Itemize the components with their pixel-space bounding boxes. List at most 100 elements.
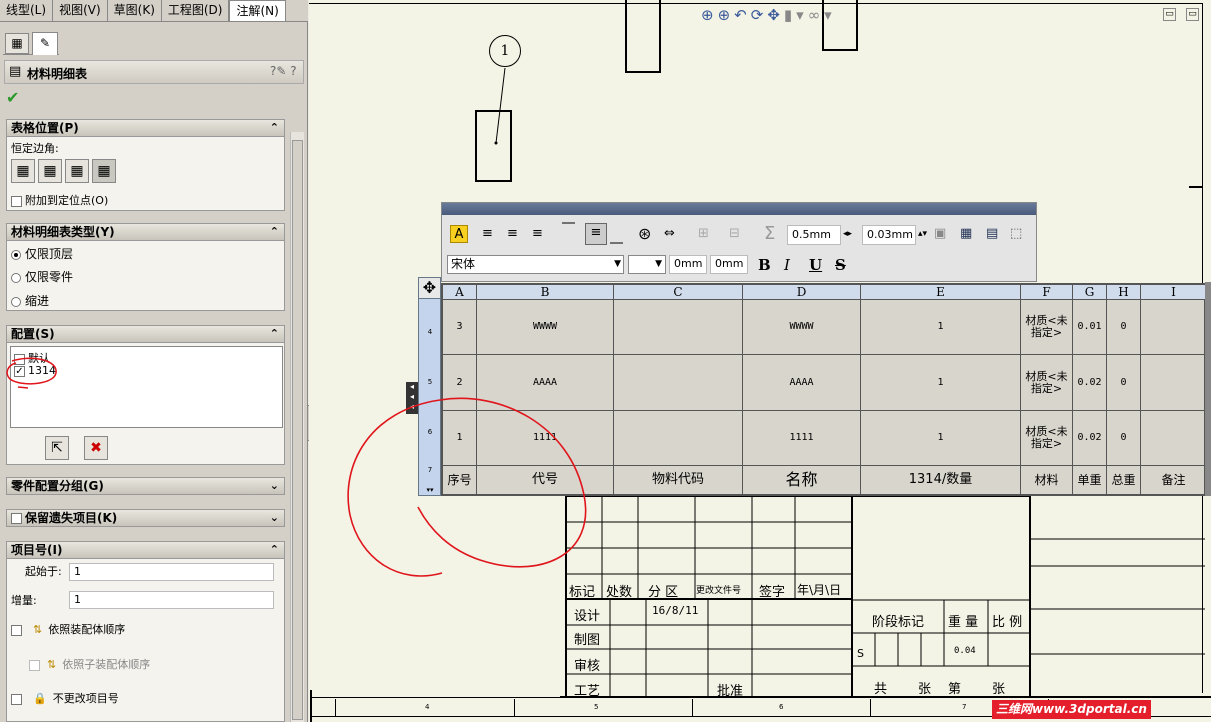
radio-selected[interactable] (11, 249, 21, 260)
no-change-option[interactable]: 🔒 不更改项目号 (11, 690, 119, 706)
anchor-bottom-right-button[interactable]: ▦ (92, 159, 116, 183)
column-header[interactable]: A (442, 284, 477, 300)
collapse-chevron-icon[interactable]: ⌃ (270, 224, 279, 240)
table-cell[interactable]: AAAA (742, 354, 861, 411)
rotate-view-icon[interactable]: ⟳ (751, 6, 768, 24)
attach-anchor-option[interactable]: 附加到定位点(O) (11, 192, 108, 208)
expand-chevron-icon[interactable]: ⌄ (270, 510, 279, 526)
balloon-item-1[interactable]: 1 (489, 35, 521, 67)
table-cell[interactable]: 0 (1106, 298, 1141, 356)
anchor-top-left-button[interactable]: ▦ (11, 159, 35, 183)
column-header[interactable]: H (1106, 284, 1141, 300)
tab-drawing[interactable]: 工程图(D) (162, 0, 230, 21)
table-cell[interactable]: 3 (442, 298, 477, 356)
table-cell[interactable]: 总重 (1106, 465, 1141, 495)
table-cell[interactable]: 0 (1106, 354, 1141, 411)
table-cell[interactable]: 备注 (1140, 465, 1207, 495)
table-cell[interactable] (1140, 354, 1207, 411)
table-cell[interactable]: WWWW (476, 298, 614, 356)
border-width2-input[interactable]: 0.03mm (862, 225, 916, 245)
table-cell[interactable] (613, 354, 743, 411)
italic-button[interactable]: I (784, 256, 790, 274)
radio-parts-only[interactable]: 仅限零件 (11, 268, 73, 285)
valign-top-icon[interactable]: ⎺ (562, 221, 575, 239)
radio-unselected[interactable] (11, 272, 21, 283)
restore-window-icon[interactable]: ▭ (1163, 8, 1176, 21)
table-cell[interactable]: 材料 (1020, 465, 1073, 495)
toolbar-title-bar[interactable] (442, 203, 1036, 215)
part-view-1[interactable] (625, 0, 661, 73)
tb-date[interactable]: 16/8/11 (652, 604, 698, 617)
panel-scrollbar[interactable] (290, 132, 304, 722)
follow-assembly-checkbox[interactable] (11, 624, 22, 636)
table-cell[interactable]: WWWW (742, 298, 861, 356)
table-cell[interactable]: 1 (860, 409, 1021, 467)
border-width-input[interactable]: 0.5mm (787, 225, 841, 245)
part-config-group-header[interactable]: 零件配置分组(G) ⌄ (6, 477, 285, 495)
radio-unselected[interactable] (11, 296, 21, 307)
table-layout-icon[interactable]: ▦ (960, 225, 972, 243)
table-cell[interactable]: 材质<未指定> (1020, 298, 1073, 356)
delete-configuration-button[interactable]: ✖ (84, 436, 108, 460)
align-right-icon[interactable]: ≡ (532, 225, 543, 243)
properties-icon[interactable]: ▣ (934, 225, 946, 243)
feature-manager-icon[interactable]: ▦ (5, 33, 29, 54)
keep-missing-checkbox[interactable] (11, 513, 22, 524)
table-cell[interactable]: 0.02 (1072, 354, 1107, 411)
previous-view-icon[interactable]: ↶ (734, 6, 751, 24)
increment-input[interactable]: 1 (69, 591, 274, 609)
select-configuration-button[interactable]: ⇱ (45, 436, 69, 460)
tb-weight-value[interactable]: 0.04 (954, 646, 976, 656)
collapse-chevron-icon[interactable]: ⌃ (270, 326, 279, 342)
table-cell[interactable]: 材质<未指定> (1020, 409, 1073, 467)
scrollbar-thumb[interactable] (292, 140, 303, 720)
font-select[interactable]: 宋体 ▼ (447, 255, 624, 274)
ok-checkmark-icon[interactable]: ✔ (6, 88, 19, 107)
table-cell[interactable]: 0.02 (1072, 409, 1107, 467)
keep-missing-header[interactable]: 保留遗失项目(K) ⌄ (6, 509, 285, 527)
start-input[interactable]: 1 (69, 563, 274, 581)
table-cell[interactable]: 1 (860, 298, 1021, 356)
column-header[interactable]: G (1072, 284, 1107, 300)
pan-icon[interactable]: ✥ (767, 6, 784, 24)
radio-indented[interactable]: 缩进 (11, 292, 49, 309)
strikethrough-button[interactable]: S (835, 256, 846, 274)
item-number-header[interactable]: 项目号(I) ⌃ (6, 541, 285, 559)
table-cell[interactable] (1140, 409, 1207, 467)
char-spacing-input[interactable]: 0mm (710, 255, 748, 274)
anchor-bottom-left-button[interactable]: ▦ (65, 159, 89, 183)
collapse-chevron-icon[interactable]: ⌃ (270, 542, 279, 558)
align-left-icon[interactable]: ≡ (482, 225, 493, 243)
column-header[interactable]: F (1020, 284, 1073, 300)
underline-button[interactable]: U (809, 256, 822, 274)
tab-line-type[interactable]: 线型(L) (0, 0, 54, 21)
table-cell[interactable]: 物料代码 (613, 465, 743, 495)
move-table-icon[interactable]: ✥ (419, 278, 440, 299)
table-cell[interactable]: 1111 (742, 409, 861, 467)
char-height-input[interactable]: 0mm (669, 255, 707, 274)
table-cell[interactable]: 1314/数量 (860, 465, 1021, 495)
dropdown-arrow-icon[interactable]: ▼ (655, 259, 662, 269)
zoom-to-fit-icon[interactable]: ⊕ (701, 6, 718, 24)
dropdown-arrow-icon[interactable]: ▼ (614, 256, 621, 273)
help-icon[interactable]: ?✎ ? (270, 64, 297, 78)
font-color-icon[interactable]: A (450, 225, 468, 243)
border-width-stepper[interactable]: ◂▸ (843, 225, 852, 243)
property-manager-icon[interactable]: ✎ (32, 32, 58, 55)
row-number[interactable]: 4 (421, 328, 439, 336)
align-center-icon[interactable]: ≡ (507, 225, 518, 243)
table-cell[interactable]: 0 (1106, 409, 1141, 467)
collapse-chevron-icon[interactable]: ⌃ (270, 120, 279, 136)
part-view-2[interactable] (822, 0, 858, 51)
table-cell[interactable]: 0.01 (1072, 298, 1107, 356)
no-change-checkbox[interactable] (11, 693, 22, 705)
table-cell[interactable]: 名称 (742, 465, 861, 495)
bom-type-header[interactable]: 材料明细表类型(Y) ⌃ (6, 223, 285, 241)
display-style-icon[interactable]: ▮▾ (784, 6, 808, 24)
valign-middle-icon[interactable]: ≡ (585, 223, 607, 245)
anchor-top-right-button[interactable]: ▦ (38, 159, 62, 183)
table-cell[interactable] (1140, 298, 1207, 356)
table-header-icon[interactable]: ⊛ (638, 225, 651, 243)
table-cell[interactable] (613, 298, 743, 356)
tab-view[interactable]: 视图(V) (53, 0, 108, 21)
